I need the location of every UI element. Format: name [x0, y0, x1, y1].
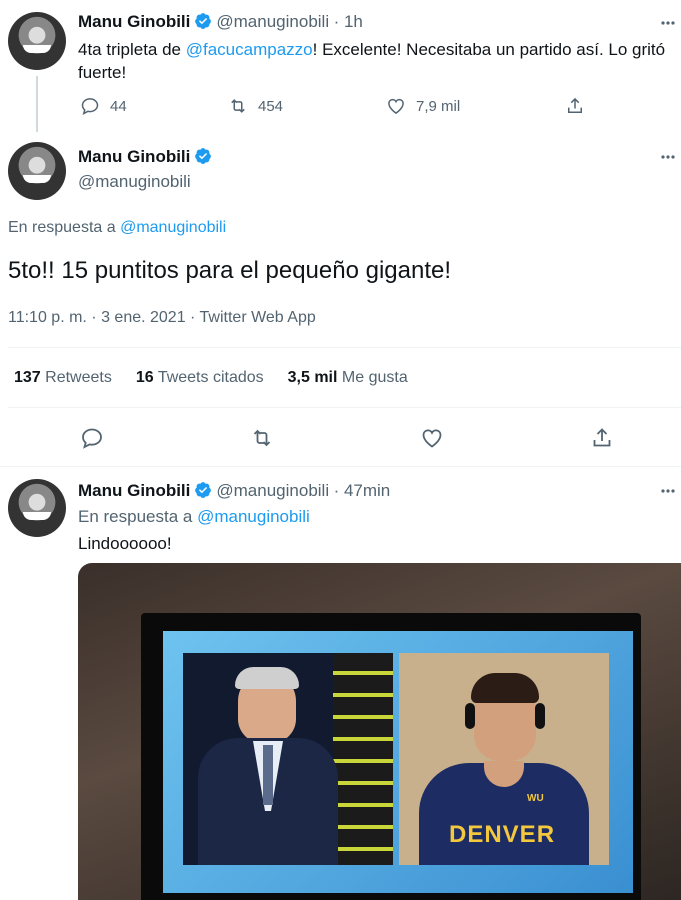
- display-name[interactable]: Manu Ginobili: [78, 12, 190, 31]
- more-options-icon[interactable]: [661, 488, 675, 494]
- user-handle[interactable]: @manuginobili: [216, 12, 329, 31]
- reply-context: En respuesta a @manuginobili: [78, 507, 310, 527]
- tweet-meta[interactable]: 11:10 p. m. · 3 ene. 2021 · Twitter Web …: [8, 309, 316, 327]
- reply-button[interactable]: [80, 426, 114, 450]
- tweet-header: Manu Ginobili: [78, 147, 216, 167]
- player-panel: WU DENVER: [399, 653, 609, 865]
- share-button[interactable]: [590, 426, 624, 450]
- mention-link[interactable]: @facucampazzo: [186, 40, 313, 59]
- jersey-text: DENVER: [449, 821, 556, 848]
- likes-stat[interactable]: 3,5 mil Me gusta: [288, 369, 408, 386]
- tweet-header: Manu Ginobili @manuginobili · 47min: [78, 481, 390, 501]
- tweet-text: 4ta tripleta de @facucampazzo! Excelente…: [78, 38, 668, 84]
- tweet-time[interactable]: · 1h: [334, 12, 363, 31]
- display-name[interactable]: Manu Ginobili: [78, 481, 190, 500]
- quotes-stat-count: 16: [135, 369, 154, 386]
- avatar[interactable]: [8, 142, 66, 200]
- tv-screen: WU DENVER: [163, 631, 633, 893]
- heart-icon: [388, 98, 404, 114]
- more-options-icon[interactable]: [661, 154, 675, 160]
- thread-line: [36, 76, 38, 132]
- more-options-icon[interactable]: [661, 20, 675, 26]
- likes-stat-count: 3,5 mil: [287, 369, 338, 386]
- share-button[interactable]: [565, 96, 595, 116]
- divider: [0, 466, 681, 467]
- reply-to-link[interactable]: @manuginobili: [197, 507, 310, 526]
- reply-prefix: En respuesta a: [8, 219, 121, 236]
- tweet-header: Manu Ginobili @manuginobili · 1h: [78, 12, 363, 32]
- quotes-stat-label: Tweets citados: [157, 369, 264, 386]
- retweets-stat[interactable]: 137 Retweets: [14, 369, 112, 386]
- reply-to-link[interactable]: @manuginobili: [120, 219, 226, 236]
- like-count: 7,9 mil: [416, 97, 461, 115]
- reply-icon: [82, 428, 102, 449]
- avatar[interactable]: [8, 479, 66, 537]
- retweet-icon: [231, 99, 245, 113]
- like-button[interactable]: [420, 426, 454, 450]
- verified-badge-icon: [195, 482, 212, 498]
- user-handle[interactable]: @manuginobili: [216, 481, 329, 500]
- divider: [8, 407, 681, 408]
- likes-stat-label: Me gusta: [341, 369, 408, 386]
- verified-badge-icon: [195, 148, 212, 164]
- retweets-stat-label: Retweets: [45, 369, 112, 386]
- share-icon: [568, 97, 582, 113]
- tv-frame: WU DENVER: [141, 613, 641, 900]
- retweet-icon: [253, 429, 271, 447]
- retweet-count: 454: [258, 97, 284, 115]
- reply-icon: [81, 98, 99, 115]
- retweets-stat-count: 137: [14, 369, 41, 386]
- tweet-text: Lindoooooo!: [78, 534, 172, 553]
- retweet-button[interactable]: [250, 426, 284, 450]
- tweet-media-photo[interactable]: WU DENVER: [78, 563, 681, 900]
- verified-badge-icon: [195, 13, 212, 29]
- reply-prefix: En respuesta a: [78, 507, 198, 526]
- tweet-stats: 137 Retweets 16 Tweets citados 3,5 mil Me …: [14, 369, 408, 387]
- reply-count: 44: [110, 97, 127, 115]
- avatar[interactable]: [8, 12, 66, 70]
- heart-icon: [422, 429, 442, 448]
- tweet-text: 5to!! 15 puntitos para el pequeño gigant…: [8, 257, 452, 284]
- tweet-time[interactable]: · 47min: [334, 481, 391, 500]
- divider: [8, 347, 681, 348]
- display-name[interactable]: Manu Ginobili: [78, 147, 190, 166]
- share-icon: [593, 428, 611, 447]
- reply-context: En respuesta a @manuginobili: [8, 219, 226, 237]
- quotes-stat[interactable]: 16 Tweets citados: [136, 369, 264, 386]
- studio-panel: [183, 653, 393, 865]
- user-handle[interactable]: @manuginobili: [78, 172, 191, 192]
- reply-button[interactable]: 44: [80, 96, 127, 116]
- jersey-badge: WU: [527, 793, 544, 804]
- like-button[interactable]: 7,9 mil: [386, 96, 460, 116]
- retweet-button[interactable]: 454: [228, 96, 283, 116]
- tweet-text-part: 4ta tripleta de: [78, 40, 186, 59]
